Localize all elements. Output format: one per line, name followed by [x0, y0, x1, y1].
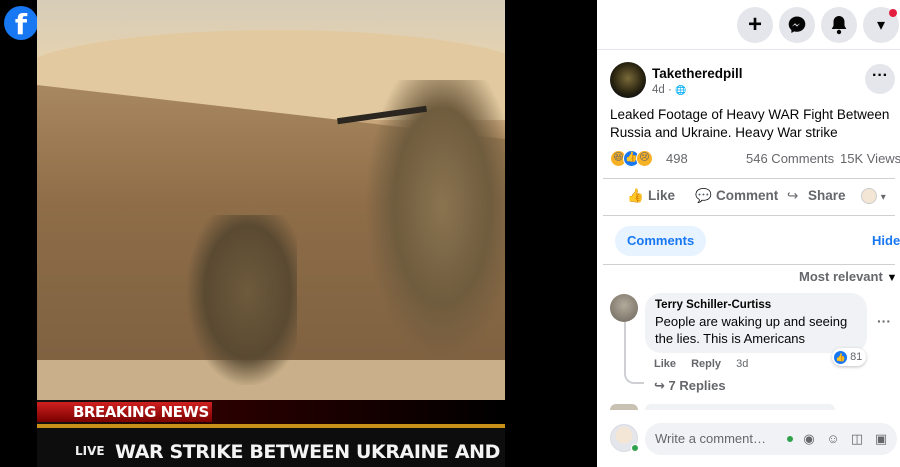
comment-composer: Write a comment… ◉ ☺ ◫ ▣ ◩ — [597, 411, 900, 467]
create-button[interactable]: + — [737, 7, 773, 43]
comments-count[interactable]: 546 Comments — [746, 151, 834, 166]
chevron-down-icon: ▾ — [876, 17, 886, 34]
online-indicator — [631, 444, 639, 452]
news-headline: WAR STRIKE BETWEEN UKRAINE AND RUSSIA — [115, 441, 505, 463]
like-label: Like — [648, 188, 676, 203]
author-name[interactable]: Taketheredpill — [652, 66, 743, 81]
comment-button[interactable]: 💬 Comment — [695, 188, 778, 204]
notification-dot — [889, 9, 897, 17]
post-text: Leaked Footage of Heavy WAR Fight Betwee… — [610, 107, 890, 140]
avatar-sticker-icon[interactable]: ◉ — [801, 431, 817, 447]
like-button[interactable]: 👍 Like — [627, 188, 675, 204]
share-button[interactable]: ↪ Share — [787, 188, 846, 204]
facebook-logo-icon[interactable]: f — [4, 6, 38, 40]
messenger-icon — [788, 16, 806, 33]
comment-like-button[interactable]: Like — [654, 358, 676, 370]
camera-icon[interactable]: ◫ — [849, 431, 865, 447]
next-comment-bubble — [645, 404, 835, 410]
views-count: 15K Views — [840, 151, 900, 166]
profile-avatar-icon — [861, 188, 877, 205]
gif-icon[interactable]: ▣ — [873, 431, 889, 447]
notifications-button[interactable] — [821, 7, 857, 43]
emoji-icon[interactable]: ☺ — [825, 431, 841, 447]
share-icon: ↪ — [787, 188, 799, 203]
chevron-down-icon: ▾ — [880, 192, 886, 203]
comment-time[interactable]: 3d — [736, 358, 748, 370]
video-player[interactable]: BREAKING NEWS LIVE WAR STRIKE BETWEEN UK… — [37, 0, 505, 467]
post-actions: 👍 Like 💬 Comment ↪ Share ▾ — [603, 178, 895, 216]
share-label: Share — [808, 188, 846, 203]
comment-input[interactable]: Write a comment… ◉ ☺ ◫ ▣ ◩ — [645, 423, 897, 455]
live-label: LIVE — [75, 444, 105, 458]
bell-icon — [831, 16, 847, 35]
comment-options-button[interactable]: ··· — [877, 313, 891, 329]
breaking-news-banner: BREAKING NEWS — [37, 402, 212, 422]
comment-icon: 💬 — [695, 188, 712, 203]
comment-reply-button[interactable]: Reply — [691, 358, 721, 370]
video-soldier-crouching — [187, 215, 297, 385]
video-soldier-standing — [367, 80, 505, 360]
comment-text: People are waking up and seeing the lies… — [655, 314, 848, 346]
post-time[interactable]: 4d · — [652, 84, 672, 96]
comment-reaction-badge[interactable]: 👍 81 — [832, 348, 867, 366]
messenger-button[interactable] — [779, 7, 815, 43]
sort-label: Most relevant — [799, 269, 883, 284]
react-as-button[interactable]: ▾ — [861, 188, 886, 205]
comment-actions: Like Reply 3d — [654, 358, 748, 370]
comment-placeholder: Write a comment… — [655, 431, 767, 446]
comments-tab[interactable]: Comments — [615, 226, 707, 256]
post-options-button[interactable]: ··· — [865, 64, 895, 94]
chevron-down-icon: ▼ — [886, 272, 898, 284]
comment-bubble: Terry Schiller-Curtiss People are waking… — [645, 293, 867, 353]
sort-dropdown[interactable]: Most relevant ▼ — [799, 269, 897, 284]
divider — [603, 264, 895, 265]
hide-comments-button[interactable]: Hide — [872, 233, 900, 248]
typing-indicator-dot — [787, 436, 793, 442]
comment-reaction-count: 81 — [850, 351, 863, 363]
commenter-name[interactable]: Terry Schiller-Curtiss — [655, 299, 857, 311]
post-stats: 😆 👍 😢 498 546 Comments 15K Views — [610, 150, 900, 168]
globe-icon: 🌐 — [675, 85, 687, 95]
reply-arrow-icon: ↪ — [654, 378, 669, 393]
sad-reaction-icon: 😢 — [636, 150, 653, 167]
reply-thread-line — [624, 322, 644, 384]
post-panel: + ▾ Taketheredpill 4d · 🌐 ··· Leaked Foo… — [597, 0, 900, 467]
top-bar: + ▾ — [597, 0, 900, 50]
post-meta: 4d · 🌐 — [652, 84, 686, 96]
plus-icon: + — [747, 11, 762, 38]
replies-label: 7 Replies — [668, 378, 726, 393]
thumbs-up-icon: 👍 — [627, 188, 644, 203]
commenter-avatar[interactable] — [610, 294, 638, 322]
reaction-count[interactable]: 498 — [666, 151, 688, 166]
more-dots-icon: ··· — [872, 67, 888, 84]
media-viewer: f BREAKING NEWS LIVE WAR STRIKE BETWEEN … — [0, 0, 597, 467]
comment-label: Comment — [716, 188, 779, 203]
account-button[interactable]: ▾ — [863, 7, 899, 43]
next-commenter-avatar — [610, 404, 638, 410]
like-reaction-icon: 👍 — [834, 350, 847, 364]
author-avatar[interactable] — [610, 62, 646, 98]
view-replies-button[interactable]: ↪ 7 Replies — [654, 378, 726, 394]
